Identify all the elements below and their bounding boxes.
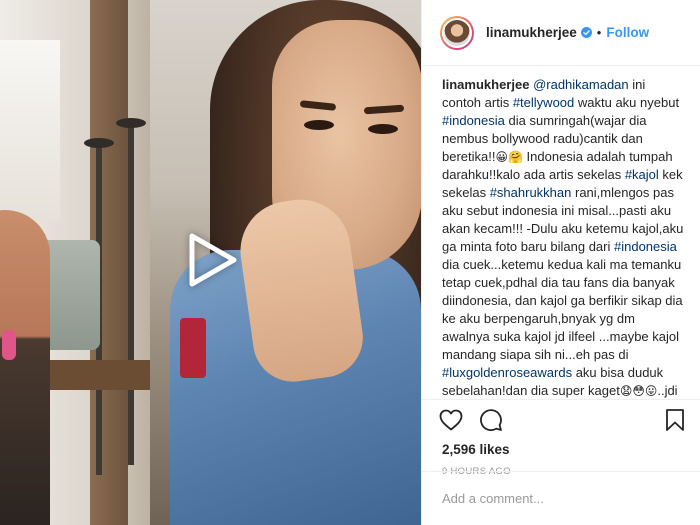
post-caption: linamukherjee @radhikamadan ini contoh a… [422,66,700,400]
post-header: linamukherjee • Follow [422,0,700,66]
caption-emoji: 😀🤗 [495,150,523,164]
hashtag-link[interactable]: #indonesia [442,113,505,128]
caption-username[interactable]: linamukherjee [442,77,529,92]
bookmark-icon [666,409,684,431]
likes-count[interactable]: 2,596 likes [422,440,700,460]
floor-lamp-head [116,118,146,128]
background-window [0,40,60,220]
caption-text: waktu aku nyebut [574,95,680,110]
separator-dot: • [596,25,602,40]
actions-left [438,407,504,433]
hashtag-link[interactable]: #luxgoldenroseawards [442,365,572,380]
save-button[interactable] [662,407,688,433]
eyebrow-left [299,100,337,111]
floor-lamp-head [84,138,114,148]
avatar-image [442,17,472,48]
like-button[interactable] [438,407,464,433]
verified-badge-icon [580,27,592,38]
mention-link[interactable]: @radhikamadan [533,77,629,92]
floor-lamp [128,125,134,465]
hashtag-link[interactable]: #indonesia [614,239,677,254]
caption-emoji: 😧😳😛 [619,384,658,398]
play-button[interactable] [184,231,242,289]
hashtag-link[interactable]: #shahrukkhan [490,185,572,200]
post-actions [422,400,700,440]
comment-icon [480,409,502,432]
play-icon [189,233,237,287]
heart-icon [439,409,463,431]
eye-right [368,124,398,134]
hashtag-link[interactable]: #tellywood [513,95,574,110]
avatar[interactable] [440,15,474,50]
post-sidebar: linamukherjee • Follow linamukherjee @ra… [421,0,700,525]
jacket-patch [180,318,206,378]
comment-button[interactable] [478,407,504,433]
hashtag-link[interactable]: #kajol [625,167,659,182]
header-username[interactable]: linamukherjee [486,25,577,40]
side-person-lips [2,330,16,360]
post-video[interactable] [0,0,421,525]
side-person [0,210,50,525]
comment-input[interactable] [442,491,681,506]
eye-left [304,120,334,130]
follow-button[interactable]: Follow [606,25,649,40]
eyebrow-right [363,104,405,115]
comment-section [422,471,700,525]
caption-text: dia cuek...ketemu kedua kali ma temanku … [442,257,683,362]
